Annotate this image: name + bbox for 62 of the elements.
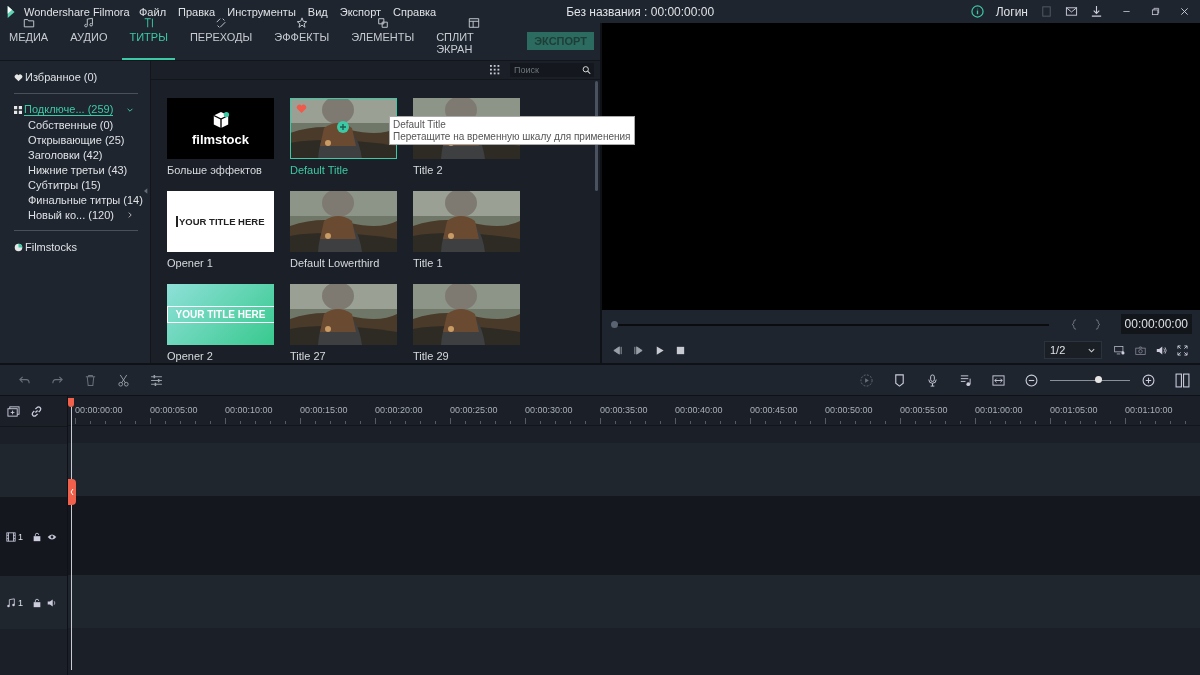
document-title: Без названия : 00:00:00:00: [566, 4, 715, 19]
category-tab[interactable]: ЭЛЕМЕНТЫ: [344, 17, 422, 60]
category-group[interactable]: Подключе... (259): [24, 103, 114, 116]
login-link[interactable]: Логин: [995, 4, 1028, 19]
category-tab[interactable]: АУДИО: [63, 17, 115, 60]
category-item[interactable]: Заголовки (42): [28, 148, 103, 161]
track-number: 1: [18, 531, 23, 542]
category-tab[interactable]: МЕДИА: [2, 17, 56, 60]
category-tab[interactable]: СПЛИТ ЭКРАН: [429, 17, 520, 60]
menu-item[interactable]: Файл: [139, 5, 167, 18]
thumbnail-label[interactable]: Title 2: [413, 164, 520, 176]
ruler-time-label: 00:01:00:00: [975, 405, 1024, 415]
thumbnail-label[interactable]: Title 27: [290, 350, 397, 362]
category-tab[interactable]: ЭФФЕКТЫ: [267, 17, 337, 60]
thumbnail-label[interactable]: Больше эффектов: [167, 164, 274, 176]
brand-text: filmstock: [191, 131, 250, 147]
title-thumbnail[interactable]: YOUR TITLE HERE: [167, 191, 274, 252]
thumbnail-label[interactable]: Opener 1: [167, 257, 274, 269]
menu-item[interactable]: Вид: [307, 5, 328, 18]
favorites-item[interactable]: Избранное (0): [25, 71, 98, 83]
timecode-display: 00:00:00:00: [1120, 314, 1192, 334]
ruler-time-label: 00:01:10:00: [1125, 405, 1174, 415]
menu-item[interactable]: Справка: [393, 5, 437, 18]
category-item[interactable]: Нижние третьи (43): [28, 163, 128, 176]
title-sample-text: YOUR TITLE HERE: [176, 216, 265, 227]
ruler-time-label: 00:00:15:00: [300, 405, 349, 415]
ruler-time-label: 00:00:05:00: [150, 405, 199, 415]
ruler-time-label: 00:00:35:00: [600, 405, 649, 415]
ruler-time-label: 00:00:30:00: [525, 405, 574, 415]
thumbnail-label[interactable]: Default Title: [290, 164, 397, 176]
ruler-time-label: 00:00:45:00: [750, 405, 799, 415]
menu-item[interactable]: Экспорт: [339, 5, 382, 18]
category-item[interactable]: Субтитры (15): [28, 178, 101, 191]
search-field[interactable]: Поиск: [510, 63, 582, 77]
title-sample-text: YOUR TITLE HERE: [167, 306, 274, 323]
ruler-time-label: 00:00:55:00: [900, 405, 949, 415]
tooltip-hint: Перетащите на временную шкалу для применения: [393, 131, 631, 142]
thumbnail-label[interactable]: Title 1: [413, 257, 520, 269]
menu-item[interactable]: Правка: [178, 5, 216, 18]
thumbnail-label[interactable]: Opener 2: [167, 350, 274, 362]
ruler-time-label: 00:00:25:00: [450, 405, 499, 415]
ruler-time-label: 00:00:20:00: [375, 405, 424, 415]
thumbnail-label[interactable]: Default Lowerthird: [290, 257, 397, 269]
category-item[interactable]: Собственные (0): [28, 118, 114, 131]
track-number: 1: [18, 597, 23, 608]
category-item[interactable]: Открывающие (25): [28, 133, 125, 146]
category-item[interactable]: Новый ко... (120): [28, 208, 114, 221]
ruler-time-label: 00:00:50:00: [825, 405, 874, 415]
ruler-time-label: 00:00:40:00: [675, 405, 724, 415]
category-item[interactable]: Финальные титры (14): [28, 193, 143, 206]
quality-dropdown[interactable]: 1/2: [1044, 341, 1102, 359]
title-thumbnail[interactable]: filmstock: [167, 98, 274, 159]
time-ruler[interactable]: 00:00:00:00 00:00:05:00 00:00:10:00 00:00:15:00 00:00:20:00 00:00:25:00 00:00:30:00 00:00:35:00 00:00:40:00 00:00:45:00 00:00:50:00 00:00:55:00 00:01:00:00 00:01:05:00 00:01:10:00: [75, 396, 1200, 425]
ruler-time-label: 00:01:05:00: [1050, 405, 1099, 415]
filmstocks-item[interactable]: Filmstocks: [25, 241, 77, 253]
app-name: Wondershare Filmora: [24, 5, 131, 18]
tooltip-title: Default Title: [393, 119, 447, 130]
thumbnail-label[interactable]: Title 29: [413, 350, 520, 362]
ruler-time-label: 00:00:10:00: [225, 405, 274, 415]
menu-item[interactable]: Инструменты: [227, 5, 296, 18]
category-tab[interactable]: ПЕРЕХОДЫ: [182, 17, 260, 60]
ruler-time-label: 00:00:00:00: [75, 405, 124, 415]
